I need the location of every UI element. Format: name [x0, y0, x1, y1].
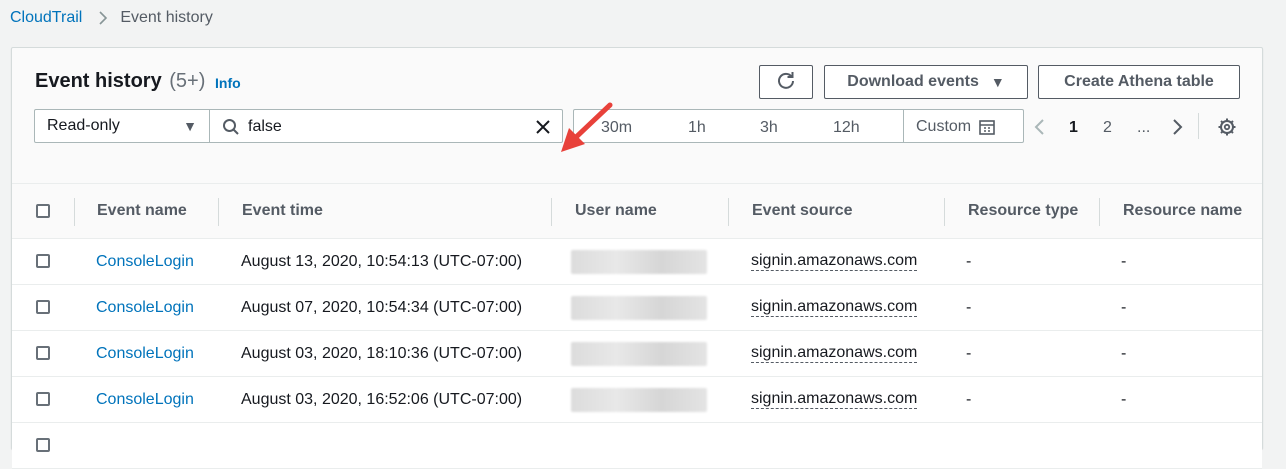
caret-down-icon: ▼: [990, 74, 1005, 90]
refresh-icon: [776, 70, 796, 95]
pagination-divider: [1198, 113, 1199, 139]
column-header-event-source[interactable]: Event source: [752, 202, 852, 220]
table-header: Event name Event time User name Event so…: [12, 184, 1262, 239]
create-athena-table-button[interactable]: Create Athena table: [1038, 65, 1240, 99]
column-divider: [551, 198, 552, 226]
attribute-select[interactable]: Read-only ▼: [34, 109, 210, 143]
column-divider: [74, 198, 75, 226]
column-divider: [944, 198, 945, 226]
column-header-user-name[interactable]: User name: [575, 202, 657, 220]
page-1-button[interactable]: 1: [1069, 119, 1078, 137]
page-title-text: Event history: [35, 70, 162, 92]
table-row[interactable]: ConsoleLogin August 07, 2020, 10:54:34 (…: [12, 285, 1262, 331]
search-icon: [222, 118, 240, 141]
row-checkbox[interactable]: [36, 392, 50, 406]
column-header-resource-name[interactable]: Resource name: [1123, 202, 1242, 220]
time-option-1h[interactable]: 1h: [688, 119, 706, 137]
user-name-redacted: [571, 296, 707, 320]
event-history-panel: Event history (5+) Info Download events …: [11, 47, 1263, 469]
table-row-partial: [12, 423, 1262, 469]
table-row[interactable]: ConsoleLogin August 13, 2020, 10:54:13 (…: [12, 239, 1262, 285]
resource-name: -: [1121, 345, 1127, 362]
column-header-event-time[interactable]: Event time: [242, 202, 323, 220]
event-time: August 03, 2020, 16:52:06 (UTC-07:00): [241, 391, 523, 408]
caret-down-icon: ▼: [183, 118, 197, 134]
row-checkbox[interactable]: [36, 438, 50, 452]
event-time: August 07, 2020, 10:54:34 (UTC-07:00): [241, 299, 523, 316]
time-option-custom[interactable]: Custom: [916, 118, 995, 136]
gear-icon[interactable]: [1217, 117, 1237, 142]
chevron-right-icon: [98, 10, 108, 26]
select-all-checkbox[interactable]: [36, 204, 50, 218]
event-source[interactable]: signin.amazonaws.com: [751, 390, 918, 409]
event-time: August 03, 2020, 18:10:36 (UTC-07:00): [241, 345, 523, 362]
event-time: August 13, 2020, 10:54:13 (UTC-07:00): [241, 253, 523, 270]
user-name-redacted: [571, 250, 707, 274]
resource-name: -: [1121, 391, 1127, 408]
user-name-redacted: [571, 388, 707, 412]
column-divider: [1099, 198, 1100, 226]
attribute-select-value: Read-only: [47, 117, 120, 134]
column-divider: [218, 198, 219, 226]
page-2-button[interactable]: 2: [1103, 119, 1112, 137]
event-name-link[interactable]: ConsoleLogin: [96, 345, 194, 363]
resource-name: -: [1121, 299, 1127, 316]
event-count: (5+): [169, 70, 206, 92]
download-events-label: Download events: [847, 73, 979, 90]
breadcrumb-cloudtrail-link[interactable]: CloudTrail: [10, 9, 82, 27]
page-title: Event history (5+): [35, 70, 205, 93]
search-input[interactable]: false: [209, 109, 563, 143]
close-icon[interactable]: [534, 118, 552, 141]
column-header-resource-type[interactable]: Resource type: [968, 202, 1078, 220]
resource-type: -: [966, 253, 972, 270]
events-table: Event name Event time User name Event so…: [12, 183, 1262, 469]
event-name-link[interactable]: ConsoleLogin: [96, 391, 194, 409]
column-header-event-name[interactable]: Event name: [97, 202, 187, 220]
info-link[interactable]: Info: [215, 75, 241, 91]
breadcrumb-current: Event history: [120, 9, 213, 26]
event-source[interactable]: signin.amazonaws.com: [751, 252, 918, 271]
time-option-3h[interactable]: 3h: [760, 119, 778, 137]
resource-name: -: [1121, 253, 1127, 270]
event-source[interactable]: signin.amazonaws.com: [751, 298, 918, 317]
search-input-value: false: [248, 118, 282, 135]
row-checkbox[interactable]: [36, 300, 50, 314]
row-checkbox[interactable]: [36, 254, 50, 268]
time-range-selector: 30m 1h 3h 12h Custom: [573, 109, 1024, 143]
event-source[interactable]: signin.amazonaws.com: [751, 344, 918, 363]
table-row[interactable]: ConsoleLogin August 03, 2020, 16:52:06 (…: [12, 377, 1262, 423]
table-row[interactable]: ConsoleLogin August 03, 2020, 18:10:36 (…: [12, 331, 1262, 377]
column-divider: [728, 198, 729, 226]
user-name-redacted: [571, 342, 707, 366]
time-option-12h[interactable]: 12h: [833, 119, 860, 137]
annotation-arrow-icon: [557, 100, 617, 165]
row-checkbox[interactable]: [36, 346, 50, 360]
download-events-button[interactable]: Download events ▼: [824, 65, 1028, 99]
resource-type: -: [966, 391, 972, 408]
previous-page-icon[interactable]: [1033, 118, 1047, 141]
time-range-divider: [903, 110, 904, 142]
resource-type: -: [966, 299, 972, 316]
resource-type: -: [966, 345, 972, 362]
page-ellipsis: ...: [1137, 119, 1151, 136]
event-name-link[interactable]: ConsoleLogin: [96, 299, 194, 317]
breadcrumb: CloudTrail Event history: [10, 8, 213, 28]
refresh-button[interactable]: [759, 65, 813, 99]
calendar-icon: [979, 120, 995, 135]
custom-label: Custom: [916, 118, 972, 135]
next-page-icon[interactable]: [1170, 118, 1184, 141]
event-name-link[interactable]: ConsoleLogin: [96, 253, 194, 271]
